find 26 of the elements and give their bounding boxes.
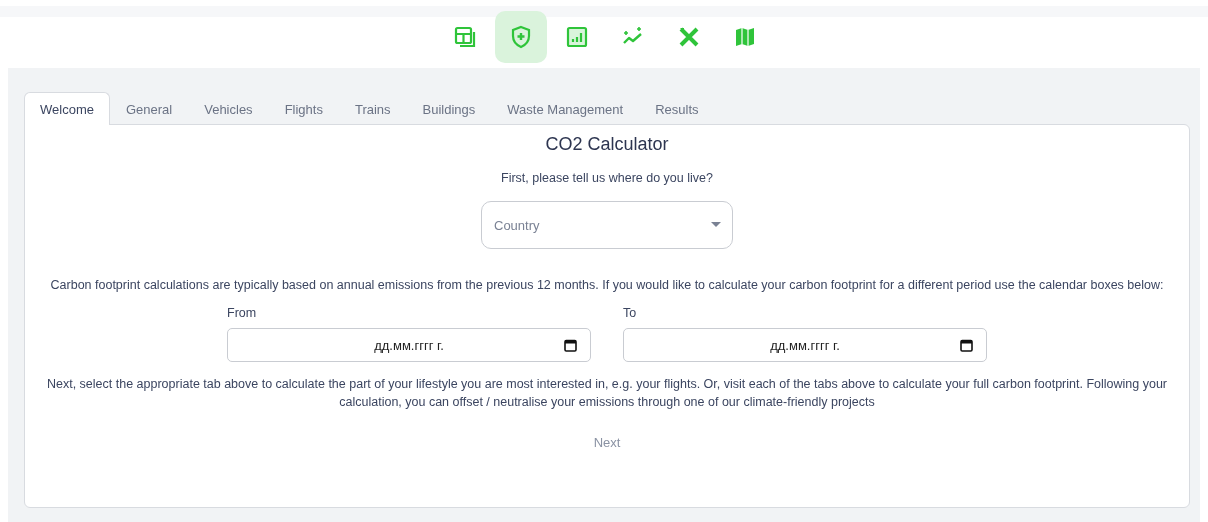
page-title: CO2 Calculator — [545, 134, 669, 155]
shield-plus-button[interactable] — [495, 11, 547, 63]
next-button[interactable]: Next — [581, 429, 633, 456]
caret-icon — [711, 222, 721, 227]
tab[interactable]: Results — [639, 92, 715, 125]
date-label: To — [623, 306, 637, 320]
tab[interactable]: Trains — [338, 92, 407, 125]
period-text: Carbon footprint calculations are typically based on annual emissions from the previous 12 months. If you would like to calculate your carbon footprint for a different period use the calendar boxes below: — [50, 277, 1164, 294]
tab[interactable]: General — [109, 92, 189, 125]
tab[interactable]: Flights — [268, 92, 339, 125]
calendar-icon[interactable] — [564, 339, 577, 352]
bar-chart-icon — [565, 25, 589, 49]
layout-icon — [453, 25, 477, 49]
tab[interactable]: Buildings — [406, 92, 492, 125]
shield-plus-icon — [509, 25, 533, 49]
tab[interactable]: Waste Management — [491, 92, 640, 125]
country-select[interactable]: Country — [481, 201, 733, 249]
calendar-icon[interactable] — [960, 339, 973, 352]
map-icon — [733, 25, 757, 49]
date-field[interactable]: дд.мм.гггг г. — [227, 328, 591, 362]
date-field[interactable]: дд.мм.гггг г. — [623, 328, 987, 362]
tab[interactable]: Welcome — [24, 92, 110, 125]
date-label: From — [227, 306, 257, 320]
instructions-text: Next, select the appropriate tab above to calculate the part of your lifestyle you are most interested in, e.g. your flights. Or, visit each of the tabs above to calculate your full carbon footprint. Following your calculation, you can offset / neutralise your emissions through one of our climate-friendly projects — [45, 376, 1168, 411]
question-text: First, please tell us where do you live? — [501, 171, 713, 185]
tab[interactable]: Vehicles — [188, 92, 269, 125]
